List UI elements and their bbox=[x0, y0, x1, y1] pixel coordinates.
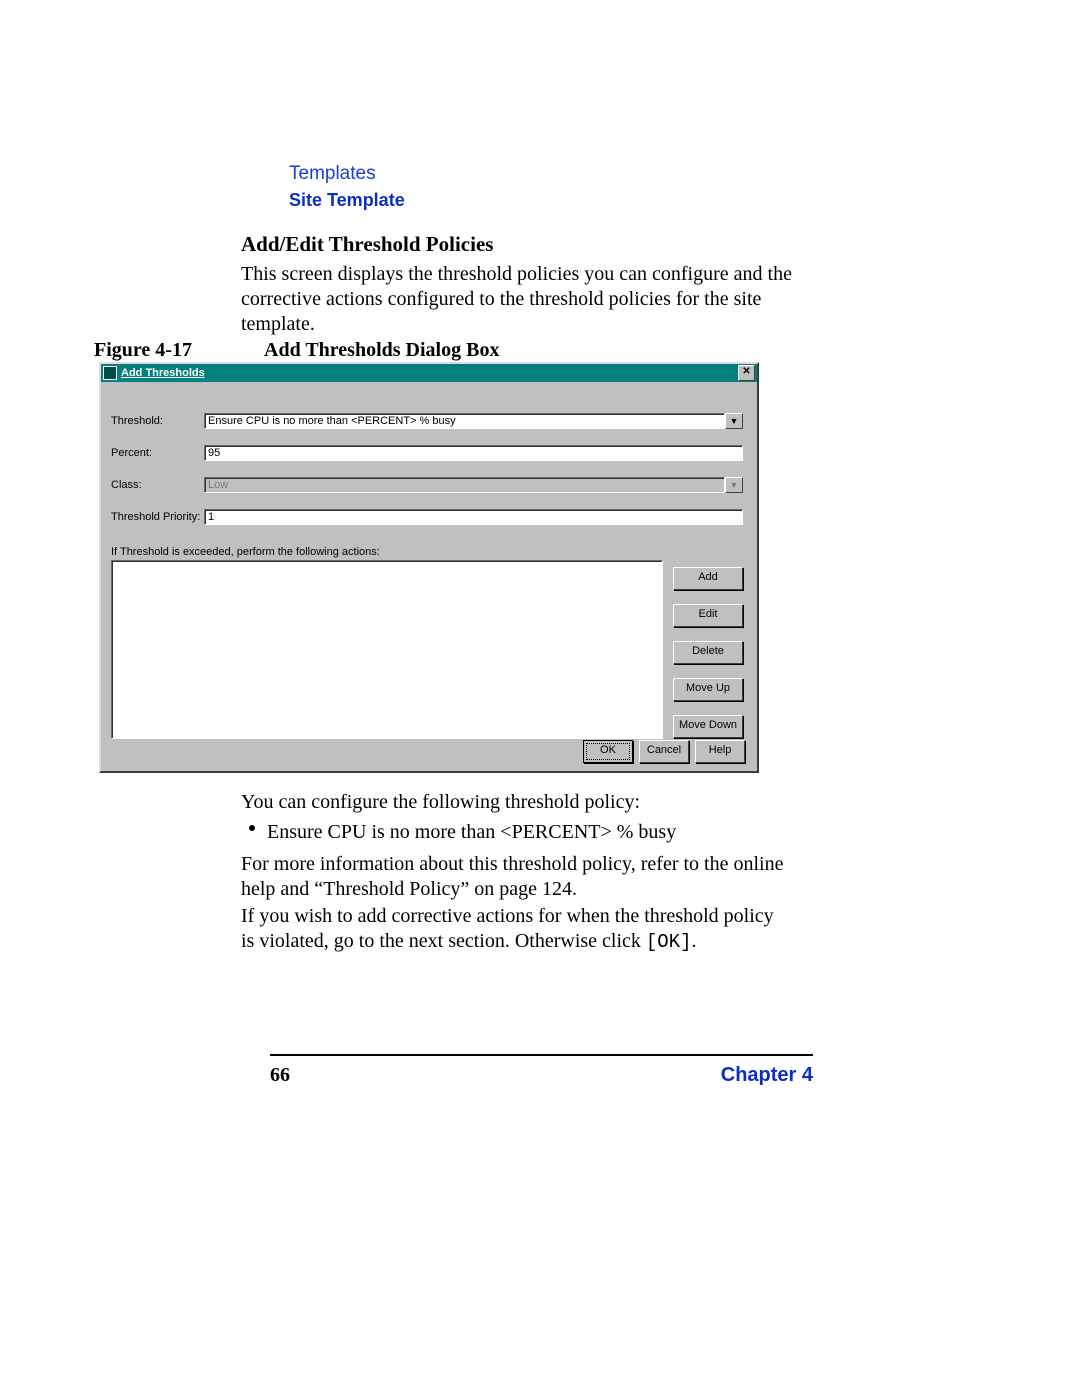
header-templates-link[interactable]: Templates bbox=[289, 163, 989, 186]
threshold-combo-value[interactable]: Ensure CPU is no more than <PERCENT> % b… bbox=[204, 413, 725, 429]
ok-button[interactable]: OK bbox=[583, 740, 633, 763]
chapter-link[interactable]: Chapter 4 bbox=[721, 1064, 813, 1087]
class-combo-value: Low bbox=[204, 477, 725, 493]
header-site-template: Site Template bbox=[289, 190, 989, 211]
section-intro: This screen displays the threshold polic… bbox=[241, 262, 801, 337]
actions-list[interactable] bbox=[111, 560, 663, 739]
body-bullet-1: Ensure CPU is no more than <PERCENT> % b… bbox=[267, 820, 787, 845]
footer-rule bbox=[270, 1054, 813, 1056]
percent-label: Percent: bbox=[111, 447, 204, 459]
bullet-icon bbox=[249, 825, 255, 831]
section-heading: Add/Edit Threshold Policies bbox=[241, 232, 493, 257]
body-paragraph-3b: . bbox=[692, 930, 697, 952]
close-icon[interactable]: ✕ bbox=[738, 365, 755, 381]
help-button[interactable]: Help bbox=[695, 740, 745, 763]
chevron-down-icon[interactable]: ▼ bbox=[725, 413, 743, 429]
page-number: 66 bbox=[270, 1064, 290, 1087]
body-paragraph-2: For more information about this threshol… bbox=[241, 852, 791, 902]
priority-label: Threshold Priority: bbox=[111, 511, 204, 523]
system-menu-icon[interactable] bbox=[103, 366, 117, 380]
threshold-combo[interactable]: Ensure CPU is no more than <PERCENT> % b… bbox=[204, 413, 743, 429]
dialog-title: Add Thresholds bbox=[121, 367, 738, 379]
cancel-button[interactable]: Cancel bbox=[639, 740, 689, 763]
class-combo: Low ▼ bbox=[204, 477, 743, 493]
delete-button[interactable]: Delete bbox=[673, 641, 743, 664]
dialog-title-bar[interactable]: Add Thresholds ✕ bbox=[101, 364, 757, 382]
threshold-label: Threshold: bbox=[111, 415, 204, 427]
body-paragraph-3: If you wish to add corrective actions fo… bbox=[241, 904, 791, 955]
edit-button[interactable]: Edit bbox=[673, 604, 743, 627]
figure-label: Figure 4-17 bbox=[94, 339, 259, 362]
add-button[interactable]: Add bbox=[673, 567, 743, 590]
priority-input[interactable]: 1 bbox=[204, 509, 743, 525]
add-thresholds-dialog: Add Thresholds ✕ Threshold: Ensure CPU i… bbox=[99, 362, 759, 773]
move-up-button[interactable]: Move Up bbox=[673, 678, 743, 701]
class-label: Class: bbox=[111, 479, 204, 491]
chevron-down-icon: ▼ bbox=[725, 477, 743, 493]
body-paragraph-1: You can configure the following threshol… bbox=[241, 790, 791, 815]
move-down-button[interactable]: Move Down bbox=[673, 715, 743, 738]
actions-label: If Threshold is exceeded, perform the fo… bbox=[111, 546, 380, 558]
ok-code: [OK] bbox=[646, 931, 692, 953]
figure-title: Add Thresholds Dialog Box bbox=[264, 339, 499, 362]
percent-input[interactable]: 95 bbox=[204, 445, 743, 461]
